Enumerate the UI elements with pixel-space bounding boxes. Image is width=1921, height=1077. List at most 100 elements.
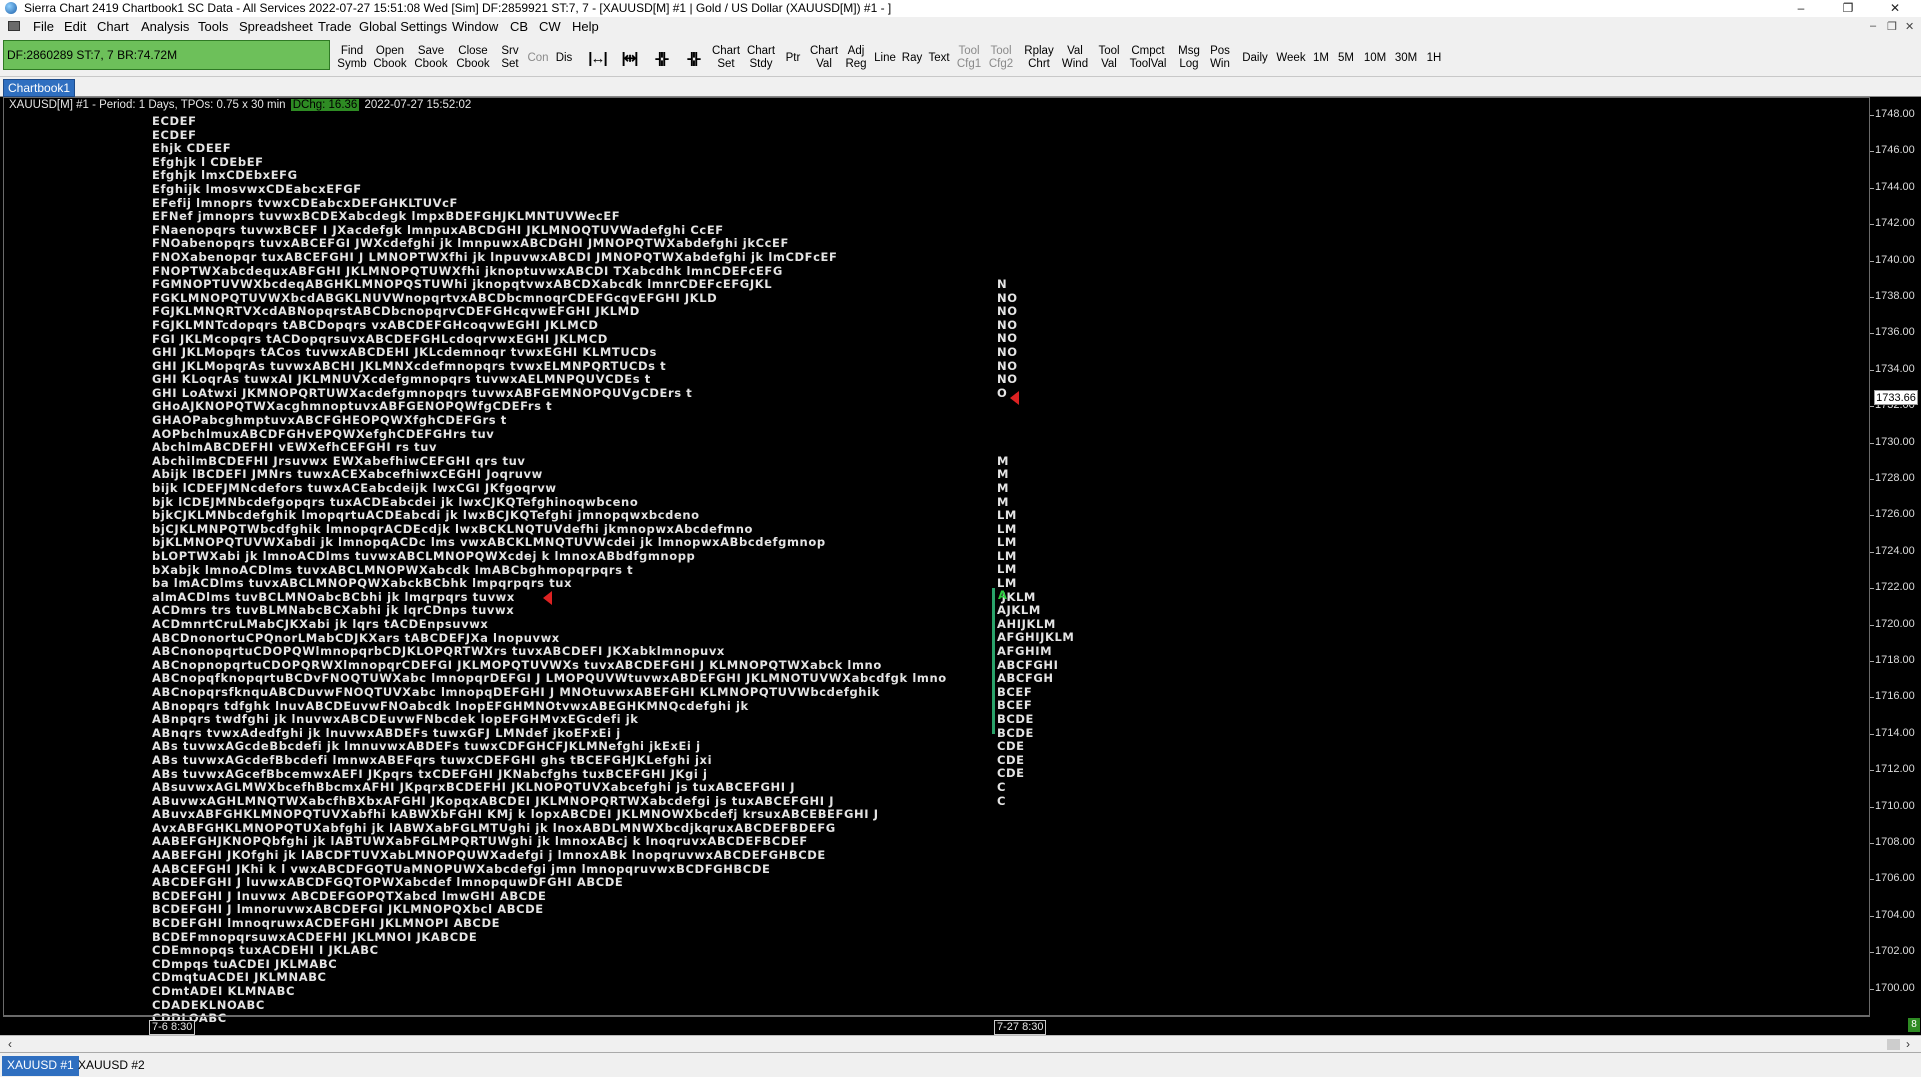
disconnect-button[interactable]: Dis (552, 41, 576, 75)
weekly-timeframe-button[interactable]: Week (1274, 41, 1308, 75)
profile2-row: AFGHIM (997, 644, 1053, 659)
profile2-row: BCEF (997, 684, 1033, 699)
profile2-row: O (997, 385, 1008, 400)
tool-values-button[interactable]: Tool Val (1094, 41, 1124, 75)
profile1-row: FNOPTWXabcdequxABFGHI JKLMNOPQTUWXfhi jk… (152, 263, 783, 278)
menu-cw[interactable]: CW (539, 19, 561, 34)
menu-file[interactable]: File (33, 19, 54, 34)
positions-window-button[interactable]: Pos Win (1206, 41, 1234, 75)
scrollbar-thumb[interactable] (1887, 1039, 1900, 1050)
maximize-button[interactable]: ❐ (1828, 0, 1868, 17)
price-tick-label: 1734.00 (1870, 362, 1915, 375)
chart-studies-button[interactable]: Chart Stdy (744, 41, 778, 75)
profile1-row: BCDEFGHI lmnoqruwxACDEFGHI JKLMNOPI ABCD… (152, 916, 501, 931)
price-tick-label: 1748.00 (1870, 108, 1915, 120)
reset-scale-icon[interactable]: |↔| (583, 41, 611, 75)
chart-values-button[interactable]: Chart Val (808, 41, 840, 75)
menu-tools[interactable]: Tools (198, 19, 228, 34)
price-tick-label: 1716.00 (1870, 690, 1915, 703)
profile1-row: CDmtADEI KLMNABC (152, 984, 296, 998)
chart-region[interactable]: XAUUSD[M] #1 - Period: 1 Days, TPOs: 0.7… (0, 97, 1921, 1035)
tab-xauusd-1[interactable]: XAUUSD #1 (2, 1056, 79, 1076)
connect-button[interactable]: Con (526, 41, 550, 75)
profile1-row: FNOXabenopqr tuxABCEFGHI J LMNOPTWXfhi j… (152, 249, 838, 264)
connection-status-panel[interactable]: DF:2860289 ST:7, 7 BR:74.72M (3, 40, 330, 70)
5-minute-button[interactable]: 5M (1334, 41, 1358, 75)
close-chartbook-button[interactable]: Close Cbook (453, 41, 493, 75)
minimize-button[interactable]: – (1781, 0, 1821, 17)
menu-global-settings[interactable]: Global Settings (359, 19, 447, 34)
price-axis[interactable]: 1748.00 1746.00 1744.00 1742.00 1740.00 1738.… (1870, 97, 1921, 1016)
ray-tool-button[interactable]: Ray (900, 41, 924, 75)
server-settings-button[interactable]: Srv Set (496, 41, 524, 75)
text-tool-button[interactable]: Text (926, 41, 952, 75)
scroll-right-icon[interactable]: › (1906, 1037, 1910, 1051)
profile1-row: bjk lCDEJMNbcdefgopqrs tuxACDEabcdei jk … (152, 494, 639, 509)
scroll-left-icon[interactable]: ‹ (8, 1037, 12, 1051)
open-chartbook-button[interactable]: Open Cbook (371, 41, 409, 75)
profile2-row: LM (997, 562, 1017, 577)
profile2-row: AJKLM (997, 603, 1041, 618)
1-minute-button[interactable]: 1M (1310, 41, 1332, 75)
save-chartbook-button[interactable]: Save Cbook (411, 41, 451, 75)
profile1-row: ABCnonopqrtuCDOPQWlmnopqrbCDJKLOPQRTWXrs… (152, 644, 725, 659)
adjust-region-button[interactable]: Adj Reg (842, 41, 870, 75)
daily-timeframe-button[interactable]: Daily (1238, 41, 1272, 75)
profile1-row: BCDEFmnopqrsuwxACDEFHI JKLMNOI JKABCDE (152, 929, 478, 944)
menu-window[interactable]: Window (452, 19, 498, 34)
time-label-current: 7-27 8:30 (994, 1020, 1047, 1035)
menu-spreadsheet[interactable]: Spreadsheet (239, 19, 313, 34)
document-icon[interactable] (8, 21, 20, 31)
mdi-close-button[interactable]: ✕ (1905, 20, 1914, 33)
profile2-row: CDE (997, 766, 1025, 781)
price-tick-label: 1710.00 (1870, 799, 1915, 812)
profile2-row: NO (997, 331, 1018, 346)
10-minute-button[interactable]: 10M (1360, 41, 1390, 75)
menu-trade[interactable]: Trade (318, 19, 351, 34)
toolbar: DF:2860289 ST:7, 7 BR:74.72M Find Symb O… (0, 37, 1921, 77)
values-window-button[interactable]: Val Wind (1059, 41, 1091, 75)
opening-tpo-letter: A (998, 588, 1007, 602)
chart-tabs-bar: XAUUSD #1 XAUUSD #2 (0, 1052, 1921, 1077)
profile1-row: ABnqrs tvwxAdedfghi jk lnuvwxABDEFs tuwx… (152, 725, 621, 740)
profile2-row: CDE (997, 752, 1025, 767)
tpo-profile-composite: ECDEF ECDEF Ehjk CDEEF Efghjk l CDEbEF Efghj… (152, 114, 947, 1026)
tool-config-2-button[interactable]: Tool Cfg2 (987, 41, 1015, 75)
profile1-row: BCDEFGHI J Inuvwx ABCDEFGOPQTXabcd lmwGH… (152, 888, 547, 903)
find-symbol-button[interactable]: Find Symb (335, 41, 369, 75)
profile1-row: GHI KLoqrAs tuwxAI JKLMNUVXcdefgmnopqrs … (152, 372, 651, 387)
chart-settings-button[interactable]: Chart Set (711, 41, 741, 75)
line-tool-button[interactable]: Line (873, 41, 897, 75)
price-tick-label: 1740.00 (1870, 253, 1915, 266)
profile1-row: GHoAJKNOPQTWXacghmnoptuvxABFGENOPQWfgCDE… (152, 399, 553, 414)
profile2-row: M (997, 480, 1010, 495)
profile2-row: N (997, 277, 1008, 291)
menu-cb[interactable]: CB (510, 19, 528, 34)
tab-chartbook1[interactable]: Chartbook1 (3, 79, 76, 97)
chartbook-tab-strip: Chartbook1 (0, 77, 1921, 97)
price-tick-label: 1738.00 (1870, 290, 1915, 302)
pointer-tool-button[interactable]: Ptr (781, 41, 805, 75)
compact-tool-values-button[interactable]: Cmpct ToolVal (1127, 41, 1169, 75)
decrease-bar-spacing-icon[interactable]: -|¦|- (647, 41, 675, 75)
replay-chart-button[interactable]: Rplay Chrt (1022, 41, 1056, 75)
tool-config-1-button[interactable]: Tool Cfg1 (955, 41, 983, 75)
message-log-button[interactable]: Msg Log (1174, 41, 1204, 75)
menu-help[interactable]: Help (572, 19, 599, 34)
mdi-restore-button[interactable]: ❐ (1887, 20, 1897, 33)
increase-bar-spacing-icon[interactable]: -|¦|- (679, 41, 707, 75)
menu-analysis[interactable]: Analysis (141, 19, 189, 34)
menu-edit[interactable]: Edit (64, 19, 86, 34)
close-button[interactable]: ✕ (1875, 0, 1915, 17)
price-tick-label: 1744.00 (1870, 180, 1915, 193)
mdi-minimize-button[interactable]: – (1870, 20, 1876, 32)
scale-bars-icon[interactable]: |⇹| (615, 41, 643, 75)
1-hour-button[interactable]: 1H (1422, 41, 1446, 75)
tab-xauusd-2[interactable]: XAUUSD #2 (73, 1056, 150, 1076)
profile1-row: ECDEF (152, 114, 197, 128)
30-minute-button[interactable]: 30M (1391, 41, 1421, 75)
time-axis[interactable]: 7-6 8:30 7-27 8:30 (3, 1016, 1870, 1035)
menu-chart[interactable]: Chart (97, 19, 129, 34)
horizontal-scrollbar[interactable]: ‹ › (0, 1035, 1921, 1052)
window-title: Sierra Chart 2419 Chartbook1 SC Data - A… (24, 1, 892, 15)
